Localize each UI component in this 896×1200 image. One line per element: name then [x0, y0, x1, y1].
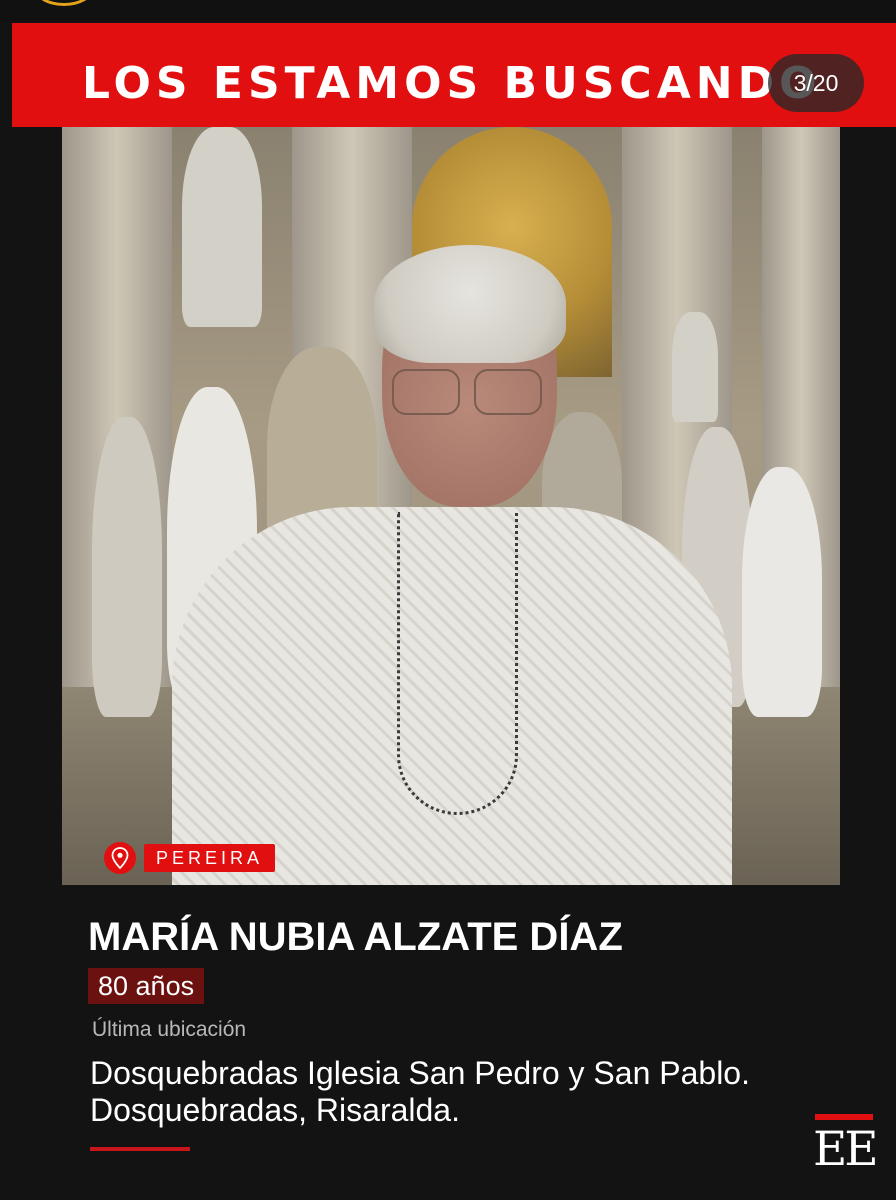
person-name: MARÍA NUBIA ALZATE DÍAZ [88, 915, 623, 959]
statue [182, 127, 262, 327]
necklace [397, 512, 518, 815]
map-pin-icon [104, 842, 136, 874]
slide-counter: 3/20 [768, 54, 864, 112]
hair [374, 245, 566, 363]
brand-logo: EE [813, 1122, 879, 1177]
visitor [92, 417, 162, 717]
visitor [742, 467, 822, 717]
age-badge: 80 años [88, 968, 205, 1004]
missing-person-photo [62, 127, 840, 885]
logo-accent-bar [815, 1114, 873, 1120]
glasses-left [392, 369, 460, 415]
top-strip [0, 0, 896, 22]
statue [672, 312, 718, 422]
accent-underline [90, 1147, 190, 1151]
story-avatar-ring[interactable] [34, 0, 94, 6]
banner-title: LOS ESTAMOS BUSCANDO [82, 58, 822, 109]
glasses-right [474, 369, 542, 415]
location-chip: PEREIRA [104, 842, 276, 874]
last-location-text: Dosquebradas Iglesia San Pedro y San Pab… [90, 1055, 750, 1128]
last-location-label: Última ubicación [92, 1018, 247, 1041]
city-label: PEREIRA [144, 844, 276, 872]
